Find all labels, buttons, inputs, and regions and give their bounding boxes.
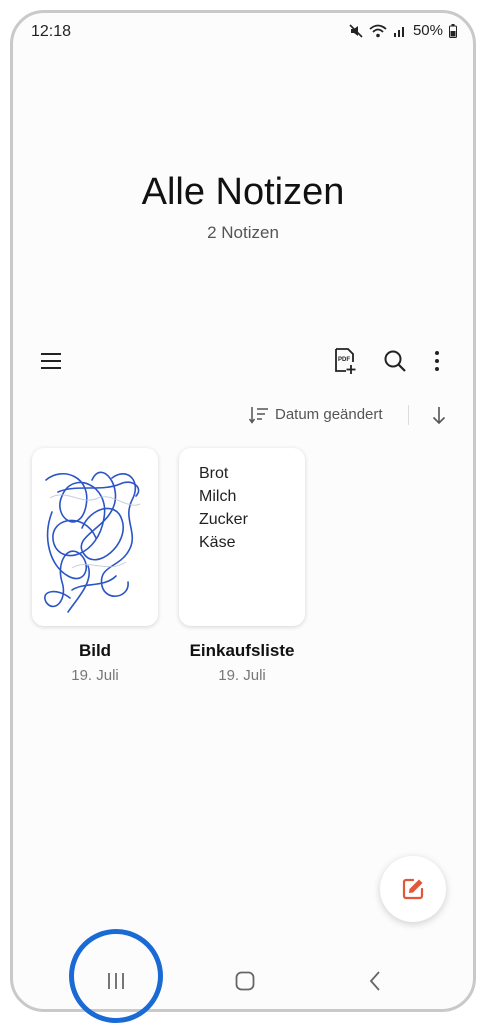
note-line: Brot — [199, 465, 229, 482]
menu-button[interactable] — [33, 343, 69, 379]
sort-divider — [408, 405, 409, 425]
more-options-button[interactable] — [419, 343, 455, 379]
note-line: Milch — [199, 488, 237, 505]
note-count: 2 Notizen — [207, 223, 279, 242]
search-button[interactable] — [377, 343, 413, 379]
arrow-down-icon[interactable] — [432, 405, 446, 425]
home-icon — [235, 971, 255, 991]
pdf-import-button[interactable]: PDF — [327, 343, 363, 379]
page-title: Alle Notizen — [141, 171, 345, 213]
toolbar: PDF — [13, 343, 473, 383]
status-time: 12:18 — [31, 23, 72, 40]
back-icon — [369, 971, 380, 991]
sort-bar: Datum geändert — [13, 403, 473, 427]
hamburger-menu-icon — [41, 353, 61, 369]
battery-percent: 50% — [412, 22, 443, 39]
wifi-icon — [369, 24, 387, 37]
note-card-drawing[interactable] — [32, 448, 158, 626]
status-bar: 12:18 50% — [13, 13, 473, 53]
pdf-add-icon: PDF — [335, 348, 356, 374]
mute-icon — [349, 23, 363, 38]
status-icons: 50% — [349, 22, 457, 39]
note-card-text[interactable]: Brot Milch Zucker Käse — [179, 448, 305, 626]
note-title: Bild — [78, 641, 112, 660]
compose-note-icon — [402, 878, 424, 900]
note-title: Einkaufsliste — [189, 641, 295, 660]
svg-text:PDF: PDF — [338, 357, 350, 363]
sort-icon[interactable] — [249, 406, 269, 424]
sort-label[interactable]: Datum geändert — [275, 406, 383, 423]
search-icon — [384, 350, 406, 372]
note-date: 19. Juli — [218, 667, 266, 684]
phone-screen: 12:18 50% Alle Notizen 2 Notizen PDF Dat… — [10, 10, 476, 1012]
highlight-circle — [69, 929, 163, 1023]
home-button[interactable] — [225, 961, 265, 1001]
note-preview-text: Brot Milch Zucker Käse — [199, 462, 248, 554]
note-line: Zucker — [199, 511, 248, 528]
new-note-button[interactable] — [380, 856, 446, 922]
battery-icon — [449, 23, 457, 38]
back-button[interactable] — [355, 961, 395, 1001]
signal-icon — [393, 26, 404, 37]
note-date: 19. Juli — [71, 667, 119, 684]
note-line: Käse — [199, 534, 236, 551]
more-vertical-icon — [435, 351, 439, 371]
scribble-drawing — [44, 471, 141, 613]
